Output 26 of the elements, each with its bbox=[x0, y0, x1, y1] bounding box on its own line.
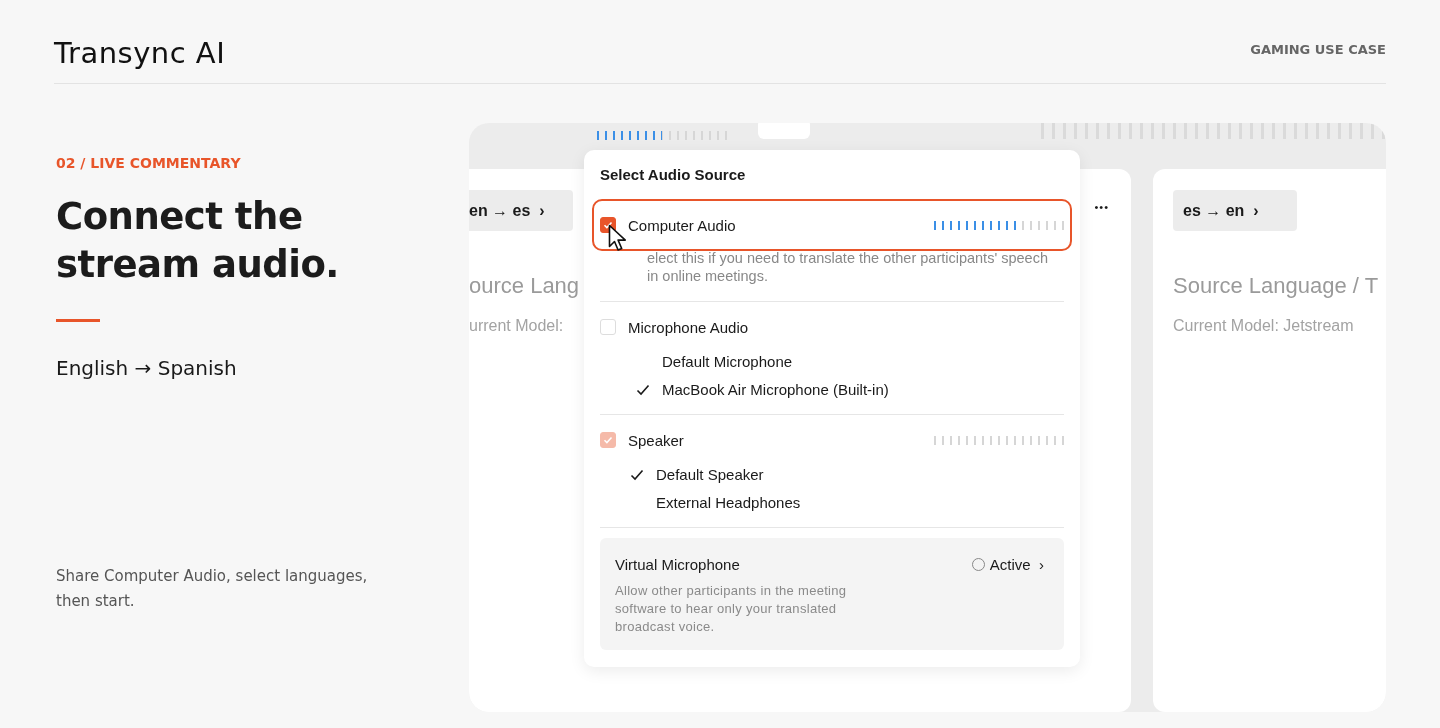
nav-link[interactable]: GAMING USE CASE bbox=[1250, 42, 1386, 57]
accent-rule bbox=[56, 319, 100, 322]
model-label: urrent Model: bbox=[469, 317, 564, 335]
cursor-icon bbox=[608, 224, 628, 252]
option-description: elect this if you need to translate the other participants' speech in online meetings. bbox=[647, 249, 1049, 285]
section-label: 02 / LIVE COMMENTARY bbox=[56, 155, 242, 171]
highlighted-option[interactable]: Computer Audio bbox=[592, 199, 1072, 251]
option-label: Speaker bbox=[628, 431, 685, 449]
device-option[interactable]: MacBook Air Microphone (Built-in) bbox=[600, 381, 1064, 398]
menu-title: Select Audio Source bbox=[600, 166, 747, 183]
heading: Connect the stream audio. bbox=[56, 194, 340, 288]
option-label: Microphone Audio bbox=[628, 318, 750, 336]
language-chip[interactable]: es → en › bbox=[1173, 190, 1297, 231]
card-title: Virtual Microphone bbox=[615, 556, 740, 573]
more-icon[interactable]: ••• bbox=[1094, 201, 1109, 213]
active-toggle[interactable]: Active › bbox=[971, 556, 1048, 573]
card-description: Allow other participants in the meeting software to hear only your translated broadcast voice. bbox=[615, 582, 848, 636]
caption: Share Computer Audio, select languages, then start. bbox=[56, 566, 369, 612]
option-label: Computer Audio bbox=[628, 216, 737, 234]
device-option[interactable]: Default Microphone bbox=[600, 353, 1064, 370]
language-pair: English → Spanish bbox=[56, 356, 238, 380]
logo[interactable]: Transync AI bbox=[54, 36, 226, 70]
source-language-label: Source Language / T bbox=[1173, 273, 1379, 299]
language-chip[interactable]: en → es › bbox=[469, 190, 573, 231]
source-language-label: ource Lang bbox=[469, 273, 580, 299]
model-label: Current Model: Jetstream bbox=[1173, 317, 1354, 335]
